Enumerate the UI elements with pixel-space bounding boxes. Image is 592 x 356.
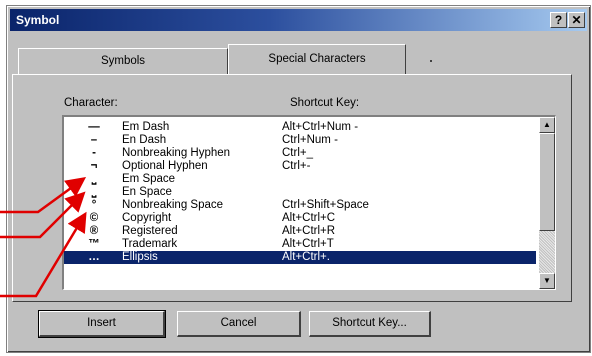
title-bar: Symbol ? ✕ (10, 9, 587, 31)
list-item[interactable]: ⎵ En Space (64, 186, 536, 199)
scroll-down-arrow-icon[interactable]: ▼ (539, 273, 555, 289)
tab-special-characters[interactable]: Special Characters (228, 44, 406, 74)
shortcut-key: Alt+Ctrl+R (282, 225, 336, 237)
close-button[interactable]: ✕ (568, 12, 585, 28)
tab-symbols[interactable]: Symbols (18, 48, 228, 74)
character-symbol: ¬ (90, 160, 98, 172)
shortcut-key: Ctrl+Num - (282, 134, 338, 146)
character-name: En Space (122, 186, 172, 198)
character-symbol: ® (89, 225, 99, 237)
character-name: Nonbreaking Hyphen (122, 147, 231, 159)
character-symbol: © (89, 212, 99, 224)
character-symbol: ⎵ (91, 186, 97, 198)
list-item[interactable]: ⎵ Em Space (64, 173, 536, 186)
shortcut-key: Alt+Ctrl+. (282, 251, 330, 263)
character-name: Nonbreaking Space (122, 199, 224, 211)
character-name: Em Space (122, 173, 176, 185)
character-name: Copyright (122, 212, 172, 224)
list-item[interactable]: ° Nonbreaking Space Ctrl+Shift+Space (64, 199, 536, 212)
shortcut-key-button[interactable]: Shortcut Key... (309, 311, 431, 337)
character-symbol: ° (91, 199, 97, 211)
shortcut-key: Alt+Ctrl+T (282, 238, 334, 250)
character-symbol: ™ (88, 238, 100, 250)
vertical-scrollbar[interactable]: ▲ ▼ (539, 117, 555, 289)
tab-strip-dot (430, 60, 432, 62)
character-name: Trademark (122, 238, 178, 250)
insert-button[interactable]: Insert (38, 310, 166, 338)
list-item[interactable]: ¬ Optional Hyphen Ctrl+- (64, 160, 536, 173)
shortcut-column-header: Shortcut Key: (290, 97, 360, 109)
character-symbol: ⎵ (91, 173, 97, 185)
list-item-selected[interactable]: … Ellipsis Alt+Ctrl+. (64, 251, 536, 264)
list-item[interactable]: © Copyright Alt+Ctrl+C (64, 212, 536, 225)
list-item[interactable]: - Nonbreaking Hyphen Ctrl+_ (64, 147, 536, 160)
character-symbol: — (88, 121, 100, 133)
list-item[interactable]: — Em Dash Alt+Ctrl+Num - (64, 121, 536, 134)
special-characters-list[interactable]: — Em Dash Alt+Ctrl+Num - – En Dash Ctrl+… (62, 115, 556, 290)
character-name: Em Dash (122, 121, 170, 133)
shortcut-key: Alt+Ctrl+Num - (282, 121, 359, 133)
window-title: Symbol (16, 13, 60, 27)
shortcut-key: Alt+Ctrl+C (282, 212, 336, 224)
shortcut-key: Ctrl+Shift+Space (282, 199, 369, 211)
scroll-up-arrow-icon[interactable]: ▲ (539, 117, 555, 133)
shortcut-key: Ctrl+- (282, 160, 311, 172)
character-name: En Dash (122, 134, 167, 146)
list-item[interactable]: ™ Trademark Alt+Ctrl+T (64, 238, 536, 251)
cancel-button[interactable]: Cancel (177, 311, 301, 337)
character-symbol: – (90, 134, 98, 146)
character-symbol: - (92, 147, 96, 159)
help-button[interactable]: ? (550, 12, 567, 28)
character-name: Optional Hyphen (122, 160, 208, 172)
list-item[interactable]: ® Registered Alt+Ctrl+R (64, 225, 536, 238)
character-name: Registered (122, 225, 178, 237)
character-name: Ellipsis (122, 251, 158, 263)
character-symbol: … (88, 251, 100, 263)
scroll-thumb[interactable] (539, 133, 555, 231)
character-column-header: Character: (64, 97, 118, 109)
list-item[interactable]: – En Dash Ctrl+Num - (64, 134, 536, 147)
shortcut-key: Ctrl+_ (282, 147, 313, 159)
